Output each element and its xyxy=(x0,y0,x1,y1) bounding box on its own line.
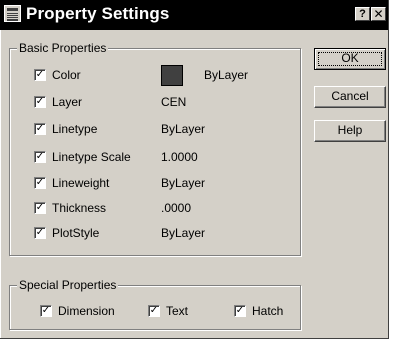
plotstyle-checkbox[interactable]: ✓ xyxy=(34,227,46,239)
linetype-scale-row: ✓ Linetype Scale 1.0000 xyxy=(0,149,300,165)
special-properties-label: Special Properties xyxy=(17,278,119,292)
lineweight-row: ✓ Lineweight ByLayer xyxy=(0,175,300,191)
linetype-checkbox[interactable]: ✓ xyxy=(34,123,46,135)
help-button[interactable]: Help xyxy=(314,120,386,142)
plotstyle-label: PlotStyle xyxy=(52,226,100,240)
ok-button[interactable]: OK xyxy=(314,48,386,70)
thickness-label: Thickness xyxy=(52,201,107,215)
title-bar[interactable]: Property Settings ? ✕ xyxy=(0,0,388,30)
cancel-button-label: Cancel xyxy=(331,89,369,103)
color-value: ByLayer xyxy=(204,68,249,82)
hatch-checkbox[interactable]: ✓ xyxy=(234,305,246,317)
plotstyle-row: ✓ PlotStyle ByLayer xyxy=(0,225,300,241)
color-checkbox[interactable]: ✓ xyxy=(34,69,46,81)
basic-properties-label: Basic Properties xyxy=(17,41,109,55)
focus-rectangle xyxy=(318,52,382,66)
layer-checkbox[interactable]: ✓ xyxy=(34,96,46,108)
linetype-scale-checkbox[interactable]: ✓ xyxy=(34,151,46,163)
dialog-icon xyxy=(4,5,21,22)
lineweight-checkbox[interactable]: ✓ xyxy=(34,177,46,189)
hatch-label: Hatch xyxy=(252,304,284,318)
lineweight-value: ByLayer xyxy=(161,176,206,190)
layer-value: CEN xyxy=(161,95,187,109)
color-swatch xyxy=(161,65,183,86)
lineweight-label: Lineweight xyxy=(52,176,110,190)
layer-row: ✓ Layer CEN xyxy=(0,94,300,110)
color-label: Color xyxy=(52,68,81,82)
thickness-row: ✓ Thickness .0000 xyxy=(0,200,300,216)
help-icon[interactable]: ? xyxy=(355,7,370,21)
dialog-title: Property Settings xyxy=(26,4,170,23)
thickness-checkbox[interactable]: ✓ xyxy=(34,202,46,214)
cancel-button[interactable]: Cancel xyxy=(314,86,386,108)
help-button-label: Help xyxy=(337,123,363,137)
linetype-scale-label: Linetype Scale xyxy=(52,150,131,164)
property-settings-dialog: Property Settings ? ✕ Basic Properties ✓… xyxy=(0,0,389,339)
linetype-scale-value: 1.0000 xyxy=(161,150,198,164)
hatch-row: ✓ Hatch xyxy=(0,303,300,319)
plotstyle-value: ByLayer xyxy=(161,226,206,240)
linetype-row: ✓ Linetype ByLayer xyxy=(0,121,300,137)
layer-label: Layer xyxy=(52,95,83,109)
color-row: ✓ Color ByLayer xyxy=(0,67,300,83)
linetype-value: ByLayer xyxy=(161,122,206,136)
thickness-value: .0000 xyxy=(161,201,192,215)
linetype-label: Linetype xyxy=(52,122,98,136)
close-icon[interactable]: ✕ xyxy=(371,7,386,21)
